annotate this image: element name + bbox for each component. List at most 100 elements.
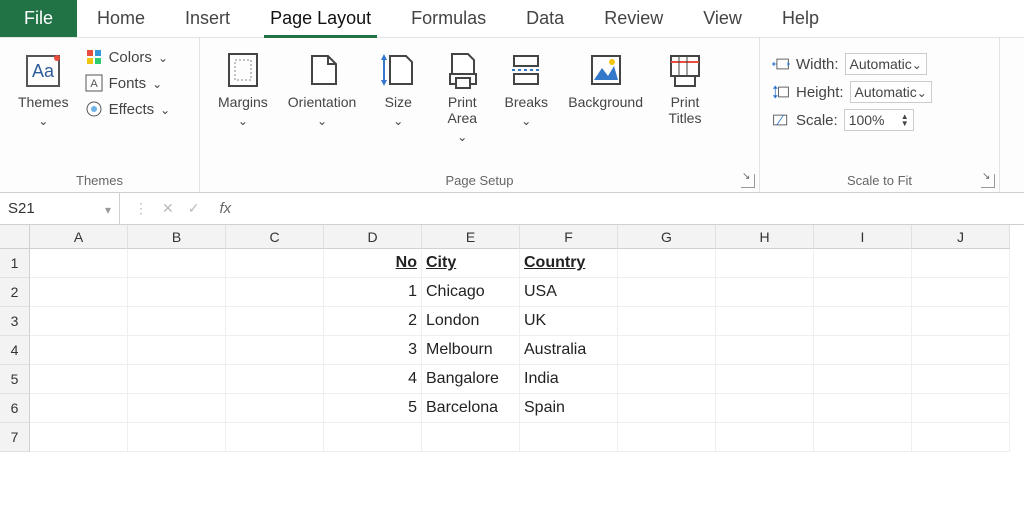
cell[interactable] (618, 394, 716, 423)
cell[interactable] (30, 423, 128, 452)
name-box[interactable]: S21 ▾ (0, 193, 120, 224)
col-header[interactable]: G (618, 225, 716, 249)
height-select[interactable]: Automatic ⌄ (850, 81, 932, 103)
col-header[interactable]: A (30, 225, 128, 249)
cell[interactable] (912, 423, 1010, 452)
cell[interactable] (814, 394, 912, 423)
cell[interactable]: London (422, 307, 520, 336)
cell[interactable] (30, 278, 128, 307)
col-header[interactable]: F (520, 225, 618, 249)
cell[interactable] (30, 365, 128, 394)
col-header[interactable]: D (324, 225, 422, 249)
cell[interactable] (618, 249, 716, 278)
tab-review[interactable]: Review (584, 0, 683, 37)
size-button[interactable]: Size ⌄ (366, 44, 430, 132)
cell[interactable]: Melbourn (422, 336, 520, 365)
cell[interactable] (128, 249, 226, 278)
cell[interactable] (814, 307, 912, 336)
scale-to-fit-dialog-launcher[interactable] (981, 174, 995, 188)
cell[interactable] (912, 278, 1010, 307)
cell[interactable] (226, 278, 324, 307)
cell[interactable] (226, 423, 324, 452)
cell[interactable] (814, 278, 912, 307)
row-header[interactable]: 1 (0, 249, 30, 278)
print-titles-button[interactable]: Print Titles (653, 44, 717, 130)
enter-icon[interactable]: ✓ (188, 200, 200, 217)
background-button[interactable]: Background (558, 44, 653, 114)
cell[interactable]: 3 (324, 336, 422, 365)
tab-insert[interactable]: Insert (165, 0, 250, 37)
row-header[interactable]: 6 (0, 394, 30, 423)
row-header[interactable]: 5 (0, 365, 30, 394)
breaks-button[interactable]: Breaks ⌄ (494, 44, 558, 132)
cell[interactable] (716, 307, 814, 336)
fonts-button[interactable]: A Fonts ⌄ (85, 74, 171, 92)
fx-label[interactable]: fx (213, 200, 237, 217)
tab-home[interactable]: Home (77, 0, 165, 37)
cell[interactable]: Bangalore (422, 365, 520, 394)
col-header[interactable]: I (814, 225, 912, 249)
row-header[interactable]: 7 (0, 423, 30, 452)
margins-button[interactable]: Margins ⌄ (208, 44, 278, 132)
cell[interactable]: Chicago (422, 278, 520, 307)
cell[interactable] (618, 423, 716, 452)
orientation-button[interactable]: Orientation ⌄ (278, 44, 366, 132)
cell[interactable] (128, 278, 226, 307)
cell[interactable] (226, 394, 324, 423)
tab-data[interactable]: Data (506, 0, 584, 37)
cell[interactable]: UK (520, 307, 618, 336)
cell[interactable] (618, 336, 716, 365)
width-select[interactable]: Automatic ⌄ (845, 53, 927, 75)
cell[interactable] (226, 249, 324, 278)
scale-input[interactable]: 100% ▲▼ (844, 109, 914, 131)
cell[interactable] (716, 336, 814, 365)
cell[interactable] (618, 278, 716, 307)
cell[interactable] (128, 365, 226, 394)
cell[interactable] (226, 336, 324, 365)
row-header[interactable]: 3 (0, 307, 30, 336)
cell[interactable] (814, 249, 912, 278)
cell[interactable] (128, 394, 226, 423)
tab-file[interactable]: File (0, 0, 77, 37)
page-setup-dialog-launcher[interactable] (741, 174, 755, 188)
cell[interactable] (716, 249, 814, 278)
cell[interactable]: USA (520, 278, 618, 307)
cell[interactable]: No (324, 249, 422, 278)
cell[interactable] (520, 423, 618, 452)
cell[interactable] (324, 423, 422, 452)
cell[interactable] (912, 249, 1010, 278)
cell[interactable] (618, 365, 716, 394)
cell[interactable] (912, 365, 1010, 394)
tab-view[interactable]: View (683, 0, 762, 37)
select-all-corner[interactable] (0, 225, 30, 249)
print-area-button[interactable]: Print Area ⌄ (430, 44, 494, 148)
cell[interactable]: Spain (520, 394, 618, 423)
col-header[interactable]: B (128, 225, 226, 249)
cell[interactable] (30, 336, 128, 365)
cell[interactable]: Country (520, 249, 618, 278)
col-header[interactable]: C (226, 225, 324, 249)
cell[interactable]: 5 (324, 394, 422, 423)
tab-help[interactable]: Help (762, 0, 839, 37)
cell[interactable] (912, 307, 1010, 336)
cell[interactable] (912, 336, 1010, 365)
cell[interactable] (716, 278, 814, 307)
spinner-icon[interactable]: ▲▼ (901, 113, 909, 127)
cell[interactable] (814, 365, 912, 394)
cell[interactable] (226, 307, 324, 336)
cell[interactable] (30, 307, 128, 336)
colors-button[interactable]: Colors ⌄ (85, 48, 171, 66)
themes-button[interactable]: Aa Themes ⌄ (8, 44, 79, 132)
tab-formulas[interactable]: Formulas (391, 0, 506, 37)
row-header[interactable]: 2 (0, 278, 30, 307)
cell[interactable] (128, 423, 226, 452)
cell[interactable]: City (422, 249, 520, 278)
cell[interactable] (618, 307, 716, 336)
cell[interactable]: Barcelona (422, 394, 520, 423)
cell[interactable] (128, 336, 226, 365)
cell[interactable] (128, 307, 226, 336)
cancel-icon[interactable]: ✕ (162, 200, 174, 217)
cell[interactable] (814, 423, 912, 452)
cell[interactable] (912, 394, 1010, 423)
cell[interactable] (422, 423, 520, 452)
